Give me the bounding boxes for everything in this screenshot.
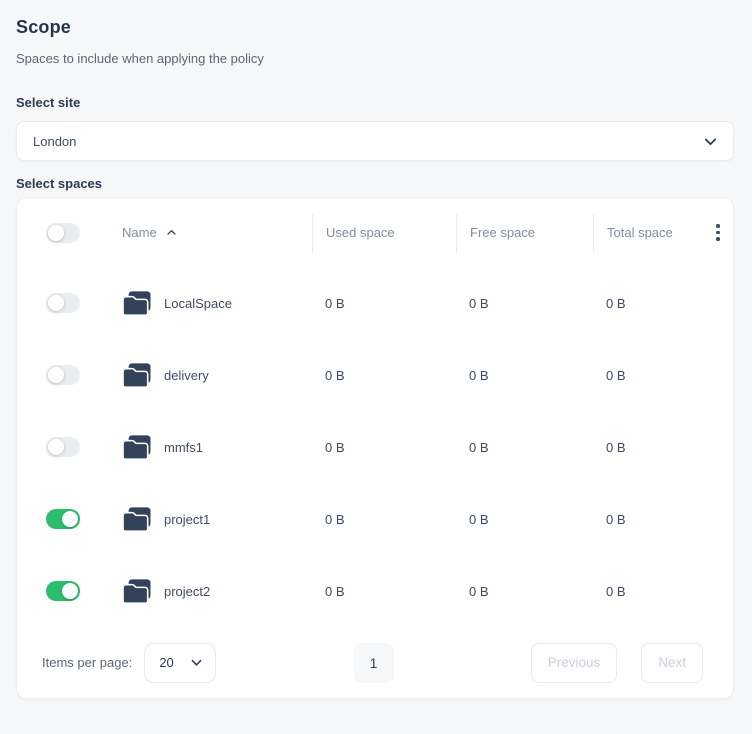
free-space-value: 0 B [456,428,593,466]
next-button[interactable]: Next [641,643,703,683]
table-row: project2 0 B 0 B 0 B [17,555,733,627]
column-header-total: Total space [593,214,707,252]
column-options-cell [707,222,733,244]
page-number-area: 1 [228,643,518,683]
chevron-up-icon [166,227,177,238]
site-select-value: London [33,134,76,149]
column-header-used: Used space [312,214,456,252]
used-space-value: 0 B [312,356,456,394]
page-number-button[interactable]: 1 [354,643,394,683]
select-all-cell [46,223,122,243]
toggle-knob [48,367,64,383]
column-header-name[interactable]: Name [122,225,312,240]
space-name: delivery [164,368,209,383]
free-space-value: 0 B [456,284,593,322]
pager-buttons: Previous Next [531,643,703,683]
total-space-value: 0 B [593,428,707,466]
page-title: Scope [16,17,734,37]
folder-icon [122,290,152,317]
space-name: LocalSpace [164,296,232,311]
previous-button[interactable]: Previous [531,643,618,683]
chevron-down-icon [703,134,718,149]
toggle-knob [48,295,64,311]
table-footer: Items per page: 20 1 Previous Next [17,627,733,698]
total-space-value: 0 B [593,284,707,322]
items-per-page-select[interactable]: 20 [144,643,216,683]
select-all-toggle[interactable] [46,223,80,243]
space-name: project1 [164,512,210,527]
select-site-label: Select site [16,96,734,109]
table-row: mmfs1 0 B 0 B 0 B [17,411,733,483]
spaces-table: Name Used space Free space Total space L… [16,197,734,699]
site-select[interactable]: London [16,121,734,161]
free-space-value: 0 B [456,572,593,610]
space-name: project2 [164,584,210,599]
kebab-menu-icon[interactable] [709,222,727,244]
used-space-value: 0 B [312,284,456,322]
row-toggle[interactable] [46,509,80,529]
row-toggle[interactable] [46,437,80,457]
toggle-knob [62,583,78,599]
page-subtitle: Spaces to include when applying the poli… [16,51,734,67]
folder-icon [122,434,152,461]
total-space-value: 0 B [593,572,707,610]
scope-page: Scope Spaces to include when applying th… [0,17,752,699]
row-toggle[interactable] [46,365,80,385]
chevron-down-icon [190,656,203,669]
used-space-value: 0 B [312,500,456,538]
select-spaces-label: Select spaces [16,177,734,190]
folder-icon [122,506,152,533]
toggle-knob [48,439,64,455]
row-toggle[interactable] [46,293,80,313]
total-space-value: 0 B [593,356,707,394]
table-header: Name Used space Free space Total space [17,198,733,267]
used-space-value: 0 B [312,428,456,466]
toggle-knob [62,511,78,527]
total-space-value: 0 B [593,500,707,538]
column-header-free: Free space [456,214,593,252]
free-space-value: 0 B [456,500,593,538]
folder-icon [122,362,152,389]
table-row: LocalSpace 0 B 0 B 0 B [17,267,733,339]
row-toggle[interactable] [46,581,80,601]
table-row: project1 0 B 0 B 0 B [17,483,733,555]
free-space-value: 0 B [456,356,593,394]
space-name: mmfs1 [164,440,203,455]
toggle-knob [48,225,64,241]
folder-icon [122,578,152,605]
items-per-page-value: 20 [159,655,173,670]
items-per-page-label: Items per page: [42,655,132,670]
used-space-value: 0 B [312,572,456,610]
table-row: delivery 0 B 0 B 0 B [17,339,733,411]
